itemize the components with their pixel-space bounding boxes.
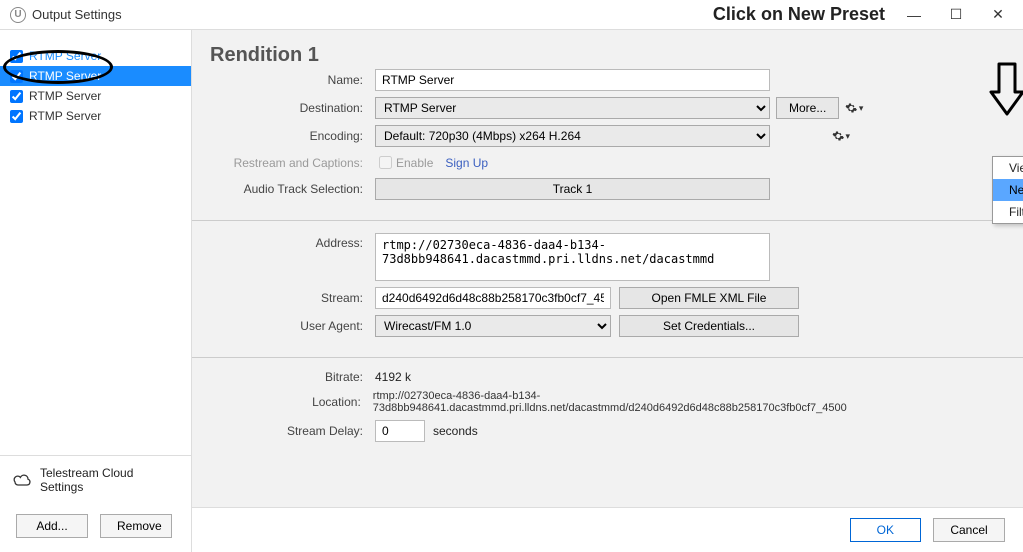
track-button[interactable]: Track 1 bbox=[375, 178, 770, 200]
output-item[interactable]: RTMP Server bbox=[0, 46, 191, 66]
audio-label: Audio Track Selection: bbox=[210, 182, 375, 196]
user-agent-label: User Agent: bbox=[210, 319, 375, 333]
cloud-settings-label: Telestream Cloud Settings bbox=[40, 466, 179, 494]
name-input[interactable] bbox=[375, 69, 770, 91]
rendition-section: Rendition 1 Name: Destination: RTMP Serv… bbox=[192, 30, 1023, 221]
cloud-icon bbox=[12, 473, 32, 487]
location-label: Location: bbox=[210, 395, 373, 409]
output-item[interactable]: RTMP Server bbox=[0, 106, 191, 126]
set-credentials-button[interactable]: Set Credentials... bbox=[619, 315, 799, 337]
destination-select[interactable]: RTMP Server bbox=[375, 97, 770, 119]
menu-new-preset[interactable]: New Preset bbox=[993, 179, 1023, 201]
stream-input[interactable] bbox=[375, 287, 611, 309]
cloud-settings-row[interactable]: Telestream Cloud Settings bbox=[0, 455, 191, 504]
menu-view-details[interactable]: View Details... bbox=[993, 157, 1023, 179]
stream-delay-input[interactable] bbox=[375, 420, 425, 442]
stream-label: Stream: bbox=[210, 291, 375, 305]
output-checkbox[interactable] bbox=[10, 90, 23, 103]
location-value: rtmp://02730eca-4836-daa4-b134-73d8bb948… bbox=[373, 390, 1005, 414]
remove-button[interactable]: Remove bbox=[100, 514, 172, 538]
output-label: RTMP Server bbox=[29, 109, 101, 123]
address-label: Address: bbox=[210, 233, 375, 250]
connection-section: Address: rtmp://02730eca-4836-daa4-b134-… bbox=[192, 221, 1023, 358]
output-checkbox[interactable] bbox=[10, 70, 23, 83]
encoding-menu: View Details... New Preset Filter... bbox=[992, 156, 1023, 224]
output-checkbox[interactable] bbox=[10, 110, 23, 123]
name-label: Name: bbox=[210, 73, 375, 87]
dialog-footer: OK Cancel bbox=[192, 507, 1023, 552]
delay-unit: seconds bbox=[433, 424, 478, 438]
sidebar: RTMP Server RTMP Server RTMP Server RTMP… bbox=[0, 30, 192, 552]
content-panel: View Details... New Preset Filter... Ren… bbox=[192, 30, 1023, 552]
destination-label: Destination: bbox=[210, 101, 375, 115]
menu-filter[interactable]: Filter... bbox=[993, 201, 1023, 223]
close-button[interactable]: ✕ bbox=[977, 0, 1019, 30]
stream-delay-label: Stream Delay: bbox=[210, 424, 375, 438]
add-button[interactable]: Add... bbox=[16, 514, 88, 538]
titlebar: U Output Settings Click on New Preset — … bbox=[0, 0, 1023, 30]
output-checkbox[interactable] bbox=[10, 50, 23, 63]
summary-section: Bitrate: 4192 k Location: rtmp://02730ec… bbox=[192, 358, 1023, 462]
address-input[interactable]: rtmp://02730eca-4836-daa4-b134-73d8bb948… bbox=[375, 233, 770, 281]
window-title: Output Settings bbox=[32, 7, 122, 22]
cancel-button[interactable]: Cancel bbox=[933, 518, 1005, 542]
more-button[interactable]: More... bbox=[776, 97, 839, 119]
bitrate-label: Bitrate: bbox=[210, 370, 375, 384]
encoding-label: Encoding: bbox=[210, 129, 375, 143]
restream-label: Restream and Captions: bbox=[210, 156, 375, 170]
app-icon: U bbox=[10, 7, 26, 23]
minimize-button[interactable]: — bbox=[893, 0, 935, 30]
enable-checkbox bbox=[379, 156, 392, 169]
output-label: RTMP Server bbox=[29, 89, 101, 103]
user-agent-select[interactable]: Wirecast/FM 1.0 bbox=[375, 315, 611, 337]
bitrate-value: 4192 k bbox=[375, 370, 411, 384]
main-area: RTMP Server RTMP Server RTMP Server RTMP… bbox=[0, 30, 1023, 552]
maximize-button[interactable]: ☐ bbox=[935, 0, 977, 30]
output-item[interactable]: RTMP Server bbox=[0, 86, 191, 106]
output-label: RTMP Server bbox=[29, 69, 101, 83]
instruction-label: Click on New Preset bbox=[713, 4, 885, 25]
open-fmle-button[interactable]: Open FMLE XML File bbox=[619, 287, 799, 309]
rendition-heading: Rendition 1 bbox=[210, 44, 375, 67]
output-label: RTMP Server bbox=[29, 49, 101, 63]
signup-link[interactable]: Sign Up bbox=[445, 156, 488, 170]
enable-label: Enable bbox=[396, 156, 433, 170]
destination-gear-icon[interactable]: ▾ bbox=[845, 99, 863, 117]
ok-button[interactable]: OK bbox=[850, 518, 921, 542]
encoding-gear-icon[interactable]: ▾ bbox=[832, 127, 850, 145]
encoding-select[interactable]: Default: 720p30 (4Mbps) x264 H.264 bbox=[375, 125, 770, 147]
output-item-selected[interactable]: RTMP Server bbox=[0, 66, 191, 86]
output-list: RTMP Server RTMP Server RTMP Server RTMP… bbox=[0, 30, 191, 455]
